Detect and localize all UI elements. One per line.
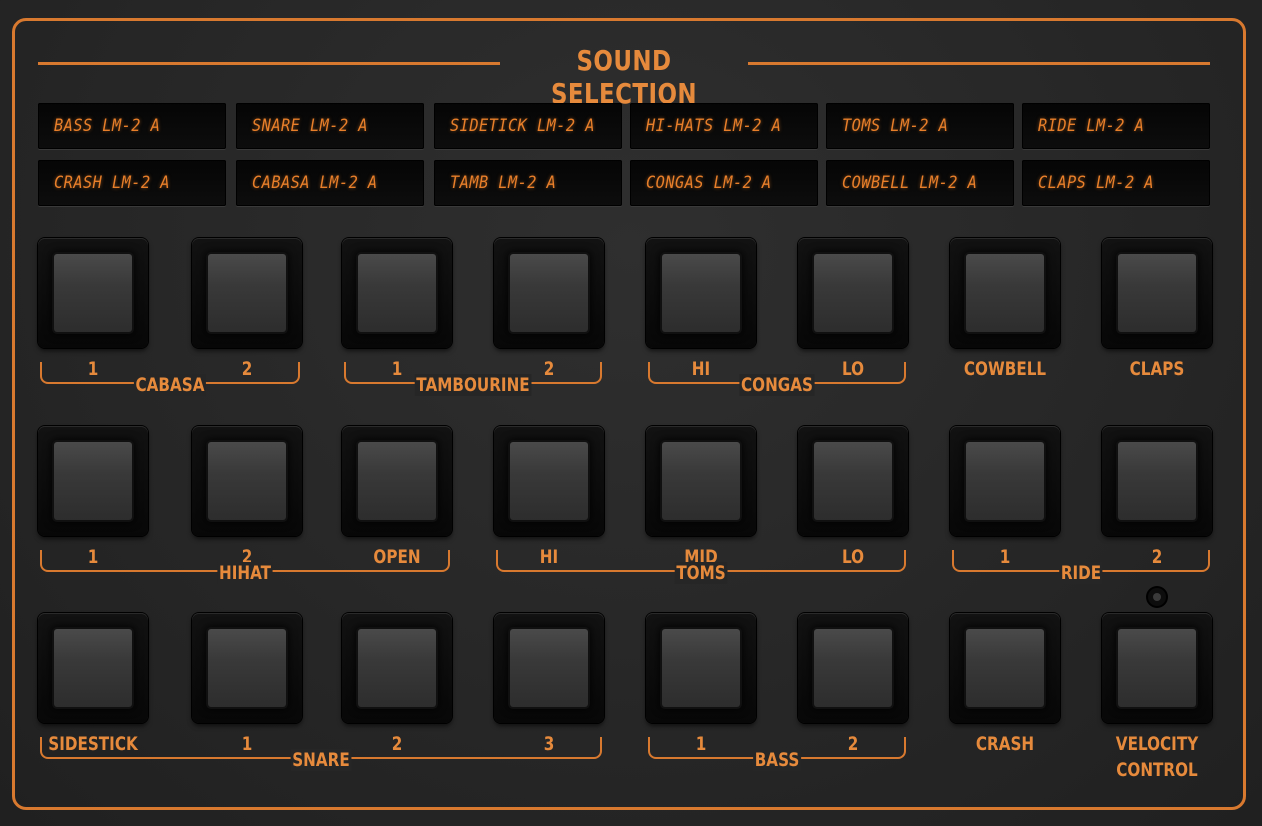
pad-surface	[54, 442, 132, 520]
sound-display-11[interactable]: COWBELL LM-2 A	[826, 160, 1014, 206]
pad-surface	[814, 629, 892, 707]
pad-surface	[208, 629, 286, 707]
sound-display-8[interactable]: CABASA LM-2 A	[236, 160, 424, 206]
sound-display-text: BASS LM-2 A	[54, 116, 161, 136]
pad-row2-1[interactable]	[38, 426, 148, 536]
pad-row2-4[interactable]	[494, 426, 604, 536]
group-label: SNARE	[290, 749, 352, 771]
pad-row2-6[interactable]	[798, 426, 908, 536]
sound-display-9[interactable]: TAMB LM-2 A	[434, 160, 622, 206]
pad-row1-7[interactable]	[950, 238, 1060, 348]
sound-selection-panel: SOUND SELECTION BASS LM-2 A SNARE LM-2 A S…	[0, 0, 1262, 826]
sound-display-text: HI-HATS LM-2 A	[646, 116, 782, 136]
pad-row1-3[interactable]	[342, 238, 452, 348]
sound-display-text: SIDETICK LM-2 A	[450, 116, 595, 136]
pad-surface	[1118, 442, 1196, 520]
pad-surface	[54, 254, 132, 332]
sound-display-3[interactable]: SIDETICK LM-2 A	[434, 103, 622, 149]
group-label: HIHAT	[217, 562, 273, 584]
pad-surface	[510, 442, 588, 520]
sound-display-text: TAMB LM-2 A	[450, 173, 557, 193]
pad-label: COWBELL	[963, 358, 1047, 380]
sound-display-4[interactable]: HI-HATS LM-2 A	[630, 103, 818, 149]
pad-row3-6[interactable]	[798, 613, 908, 723]
pad-surface	[662, 629, 740, 707]
group-label: TOMS	[674, 562, 728, 584]
pad-surface	[510, 254, 588, 332]
pad-row2-3[interactable]	[342, 426, 452, 536]
pad-surface	[358, 629, 436, 707]
velocity-led-indicator	[1148, 588, 1166, 606]
pad-surface	[662, 442, 740, 520]
pad-surface	[358, 442, 436, 520]
group-label: CABASA	[133, 374, 207, 396]
sound-display-text: CLAPS LM-2 A	[1038, 173, 1154, 193]
pad-surface	[510, 629, 588, 707]
pad-row3-2[interactable]	[192, 613, 302, 723]
pad-surface	[966, 442, 1044, 520]
title-rule-left	[38, 62, 500, 65]
pad-surface	[1118, 254, 1196, 332]
sound-display-1[interactable]: BASS LM-2 A	[38, 103, 226, 149]
sound-display-text: CABASA LM-2 A	[252, 173, 378, 193]
sound-display-10[interactable]: CONGAS LM-2 A	[630, 160, 818, 206]
pad-surface	[358, 254, 436, 332]
sound-display-2[interactable]: SNARE LM-2 A	[236, 103, 424, 149]
pad-row1-1[interactable]	[38, 238, 148, 348]
pad-row3-3[interactable]	[342, 613, 452, 723]
group-label: BASS	[753, 749, 801, 771]
pad-row1-4[interactable]	[494, 238, 604, 348]
pad-row3-5[interactable]	[646, 613, 756, 723]
pad-surface	[54, 629, 132, 707]
pad-label: CRASH	[975, 733, 1035, 755]
sound-display-7[interactable]: CRASH LM-2 A	[38, 160, 226, 206]
pad-row1-6[interactable]	[798, 238, 908, 348]
pad-label: VELOCITY CONTROL	[1115, 733, 1199, 781]
pad-row3-4[interactable]	[494, 613, 604, 723]
pad-row1-8[interactable]	[1102, 238, 1212, 348]
pad-surface	[208, 442, 286, 520]
pad-row1-2[interactable]	[192, 238, 302, 348]
sound-display-5[interactable]: TOMS LM-2 A	[826, 103, 1014, 149]
group-label: TAMBOURINE	[414, 374, 532, 396]
pad-row2-7[interactable]	[950, 426, 1060, 536]
pad-surface	[814, 442, 892, 520]
pad-row3-1[interactable]	[38, 613, 148, 723]
pad-surface	[966, 254, 1044, 332]
pad-surface	[208, 254, 286, 332]
title-rule-right	[748, 62, 1210, 65]
panel-title: SOUND SELECTION	[550, 44, 698, 110]
pad-row3-8[interactable]	[1102, 613, 1212, 723]
sound-display-text: COWBELL LM-2 A	[842, 173, 978, 193]
sound-display-6[interactable]: RIDE LM-2 A	[1022, 103, 1210, 149]
pad-surface	[966, 629, 1044, 707]
pad-row1-5[interactable]	[646, 238, 756, 348]
sound-display-12[interactable]: CLAPS LM-2 A	[1022, 160, 1210, 206]
sound-display-text: SNARE LM-2 A	[252, 116, 368, 136]
pad-row2-5[interactable]	[646, 426, 756, 536]
pad-row2-8[interactable]	[1102, 426, 1212, 536]
sound-display-text: TOMS LM-2 A	[842, 116, 949, 136]
group-label: CONGAS	[739, 374, 815, 396]
pad-surface	[814, 254, 892, 332]
sound-display-text: RIDE LM-2 A	[1038, 116, 1145, 136]
pad-surface	[662, 254, 740, 332]
pad-surface	[1118, 629, 1196, 707]
pad-row2-2[interactable]	[192, 426, 302, 536]
group-label: RIDE	[1059, 562, 1103, 584]
pad-row3-7[interactable]	[950, 613, 1060, 723]
sound-display-text: CONGAS LM-2 A	[646, 173, 772, 193]
pad-label: CLAPS	[1129, 358, 1185, 380]
sound-display-text: CRASH LM-2 A	[54, 173, 170, 193]
